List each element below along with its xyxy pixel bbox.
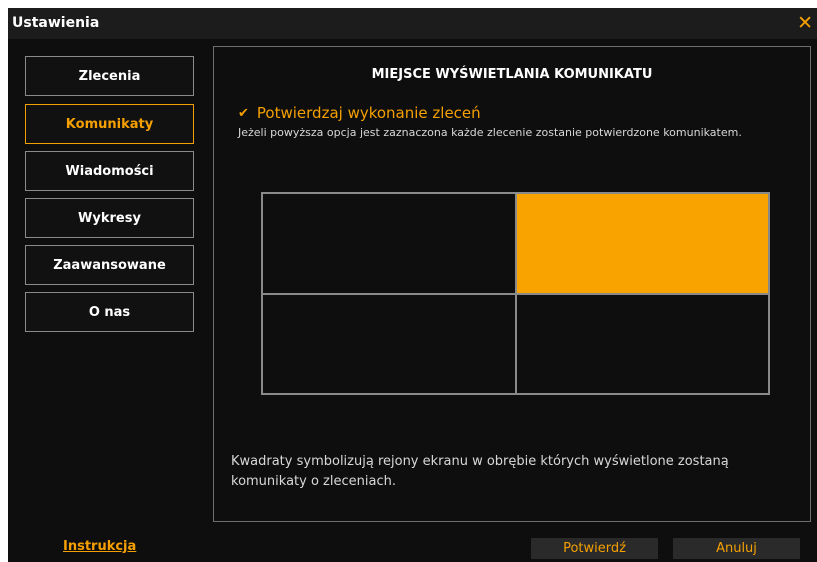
confirm-button[interactable]: Potwierdź [531,538,658,559]
settings-panel: MIEJSCE WYŚWIETLANIA KOMUNIKATU ✔ Potwie… [213,46,811,522]
checkbox-label: Potwierdzaj wykonanie zleceń [256,104,481,122]
sidebar-item-label: Wiadomości [65,163,154,179]
sidebar-item-komunikaty[interactable]: Komunikaty [25,104,194,144]
confirm-orders-checkbox[interactable]: ✔ Potwierdzaj wykonanie zleceń [238,104,481,122]
title-bar: Ustawienia ✕ [8,8,817,39]
section-title: MIEJSCE WYŚWIETLANIA KOMUNIKATU [371,67,653,82]
close-icon[interactable]: ✕ [797,11,813,35]
sidebar-item-label: Zlecenia [78,68,141,84]
option-description: Jeżeli powyższa opcja jest zaznaczona ka… [238,126,742,139]
sidebar-item-zlecenia[interactable]: Zlecenia [25,56,194,96]
grid-cell-bottom-right[interactable] [516,294,768,393]
sidebar-item-o-nas[interactable]: O nas [25,292,194,332]
grid-cell-bottom-left[interactable] [263,294,515,393]
sidebar-item-label: Wykresy [78,210,141,226]
checkmark-icon: ✔ [238,105,249,121]
settings-window: Ustawienia ✕ Zlecenia Komunikaty Wiadomo… [8,8,817,562]
position-grid [261,192,770,395]
grid-footnote: Kwadraty symbolizują rejony ekranu w obr… [231,454,729,489]
grid-cell-top-right[interactable] [516,194,768,293]
window-title: Ustawienia [12,15,100,31]
sidebar-item-label: Komunikaty [65,116,154,132]
sidebar-item-wiadomosci[interactable]: Wiadomości [25,151,194,191]
sidebar-item-wykresy[interactable]: Wykresy [25,198,194,238]
sidebar-item-zaawansowane[interactable]: Zaawansowane [25,245,194,285]
sidebar-item-label: O nas [88,304,131,320]
cancel-button[interactable]: Anuluj [673,538,800,559]
grid-cell-top-left[interactable] [263,194,515,293]
sidebar-item-label: Zaawansowane [53,257,166,273]
instructions-link[interactable]: Instrukcja [63,539,136,554]
